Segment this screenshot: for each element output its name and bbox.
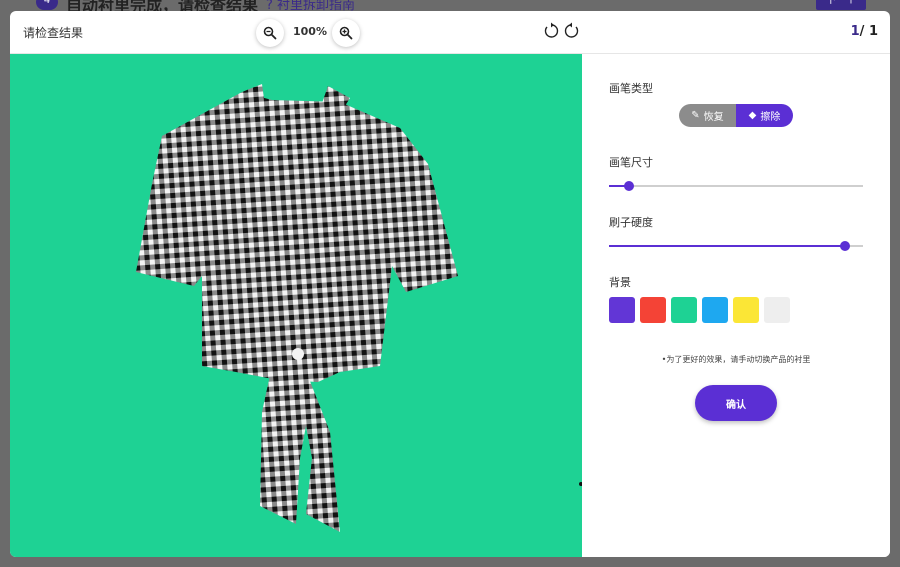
page-total: / 1 bbox=[859, 24, 878, 39]
modal-toolbar: 请检查结果 100% 1/ 1 bbox=[10, 11, 890, 54]
eraser-icon: ◆ bbox=[748, 110, 757, 121]
background-swatches bbox=[609, 297, 790, 323]
brush-hardness-label: 刷子硬度 bbox=[609, 216, 653, 229]
product-image bbox=[136, 84, 458, 532]
slider-rail bbox=[609, 185, 863, 187]
background-swatch-1[interactable] bbox=[609, 297, 635, 323]
zoom-in-icon bbox=[339, 26, 353, 40]
tip-text: •为了更好的效果，请手动切换产品的衬里 bbox=[661, 355, 811, 364]
background-swatch-6[interactable] bbox=[764, 297, 790, 323]
restore-brush-button[interactable]: ✎ 恢复 bbox=[679, 104, 736, 127]
slider-fill bbox=[609, 245, 846, 247]
background-label: 背景 bbox=[609, 276, 631, 289]
pencil-icon: ✎ bbox=[691, 110, 700, 121]
rotate-right-icon[interactable] bbox=[563, 22, 581, 40]
brush-type-toggle: ✎ 恢复 ◆ 擦除 bbox=[679, 104, 793, 127]
page-current: 1 bbox=[850, 24, 860, 39]
rotate-left-icon[interactable] bbox=[542, 22, 560, 40]
confirm-button[interactable]: 确认 bbox=[695, 385, 777, 421]
background-swatch-2[interactable] bbox=[640, 297, 666, 323]
slider-thumb[interactable] bbox=[840, 241, 851, 251]
brush-size-label: 画笔尺寸 bbox=[609, 156, 653, 169]
zoom-level: 100% bbox=[293, 25, 327, 38]
settings-panel: 画笔类型 ✎ 恢复 ◆ 擦除 画笔尺寸 刷子硬度 背景 •为了更好的效果，请手动… bbox=[582, 54, 890, 557]
erase-brush-button[interactable]: ◆ 擦除 bbox=[736, 104, 793, 127]
modal-title: 请检查结果 bbox=[23, 26, 84, 40]
image-canvas[interactable] bbox=[10, 54, 582, 557]
brush-size-slider[interactable] bbox=[609, 180, 863, 192]
brush-type-label: 画笔类型 bbox=[609, 82, 653, 95]
zoom-in-button[interactable] bbox=[332, 19, 360, 47]
zoom-out-button[interactable] bbox=[256, 19, 284, 47]
background-swatch-4[interactable] bbox=[702, 297, 728, 323]
next-button[interactable]: 下一个 bbox=[816, 0, 866, 10]
page-indicator: 1/ 1 bbox=[851, 24, 878, 39]
erase-brush-label: 擦除 bbox=[760, 112, 781, 123]
restore-brush-label: 恢复 bbox=[703, 112, 724, 123]
review-modal: 请检查结果 100% 1/ 1 画笔类型 ✎ 恢复 ◆ 擦除 画笔尺寸 刷子硬度… bbox=[10, 11, 890, 557]
step-badge: 4 bbox=[36, 0, 58, 10]
brush-hardness-slider[interactable] bbox=[609, 240, 863, 252]
background-swatch-3[interactable] bbox=[671, 297, 697, 323]
background-swatch-5[interactable] bbox=[733, 297, 759, 323]
slider-thumb[interactable] bbox=[624, 181, 635, 191]
zoom-out-icon bbox=[263, 26, 277, 40]
